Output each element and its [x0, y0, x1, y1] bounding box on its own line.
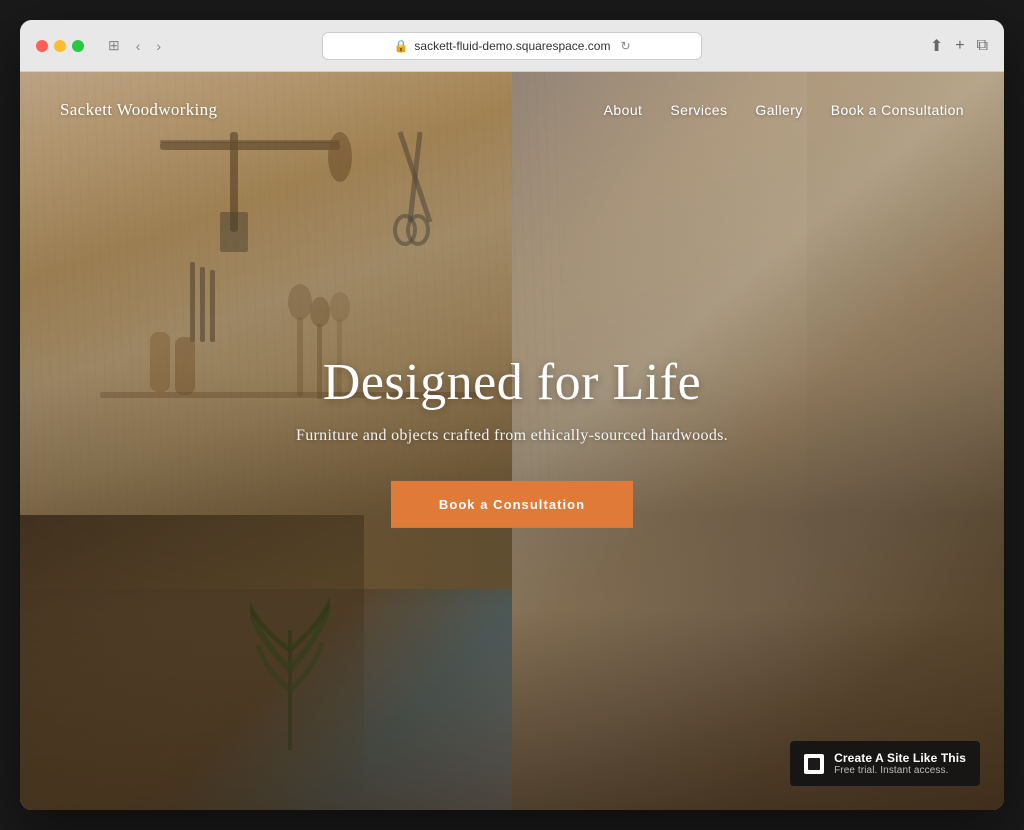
browser-controls: ⊞ ‹ › — [104, 35, 165, 56]
hero-title: Designed for Life — [60, 354, 964, 411]
nav-link-gallery[interactable]: Gallery — [755, 102, 802, 118]
squarespace-logo-inner — [808, 758, 820, 770]
nav-link-services[interactable]: Services — [670, 102, 727, 118]
minimize-button[interactable] — [54, 40, 66, 52]
tabs-icon[interactable]: ⧉ — [977, 37, 988, 55]
back-button[interactable]: ‹ — [132, 36, 145, 56]
nav-link-about[interactable]: About — [604, 102, 643, 118]
nav-link-book-consultation[interactable]: Book a Consultation — [831, 102, 964, 118]
new-tab-icon[interactable]: + — [955, 37, 964, 55]
hero-cta-button[interactable]: Book a Consultation — [391, 481, 633, 528]
share-icon[interactable]: ⬆ — [930, 36, 943, 56]
navigation: Sackett Woodworking About Services Galle… — [20, 72, 1004, 148]
sidebar-toggle-icon[interactable]: ⊞ — [104, 35, 124, 56]
badge-text-container: Create A Site Like This Free trial. Inst… — [834, 751, 966, 776]
squarespace-badge[interactable]: Create A Site Like This Free trial. Inst… — [790, 741, 980, 786]
hero-content: Designed for Life Furniture and objects … — [20, 354, 1004, 528]
badge-title: Create A Site Like This — [834, 751, 966, 765]
reload-icon[interactable]: ↻ — [620, 39, 630, 53]
maximize-button[interactable] — [72, 40, 84, 52]
lock-icon: 🔒 — [393, 39, 408, 53]
forward-button[interactable]: › — [152, 36, 165, 56]
browser-window: ⊞ ‹ › 🔒 sackett-fluid-demo.squarespace.c… — [20, 20, 1004, 810]
address-bar[interactable]: 🔒 sackett-fluid-demo.squarespace.com ↻ — [322, 32, 702, 60]
website-container: Sackett Woodworking About Services Galle… — [20, 72, 1004, 810]
hero-subtitle: Furniture and objects crafted from ethic… — [60, 427, 964, 445]
traffic-lights — [36, 40, 84, 52]
badge-subtitle: Free trial. Instant access. — [834, 765, 966, 776]
site-logo[interactable]: Sackett Woodworking — [60, 100, 217, 120]
browser-actions: ⬆ + ⧉ — [930, 36, 988, 56]
url-text: sackett-fluid-demo.squarespace.com — [414, 39, 610, 53]
close-button[interactable] — [36, 40, 48, 52]
squarespace-logo — [804, 754, 824, 774]
nav-links: About Services Gallery Book a Consultati… — [604, 102, 964, 118]
browser-chrome: ⊞ ‹ › 🔒 sackett-fluid-demo.squarespace.c… — [20, 20, 1004, 72]
